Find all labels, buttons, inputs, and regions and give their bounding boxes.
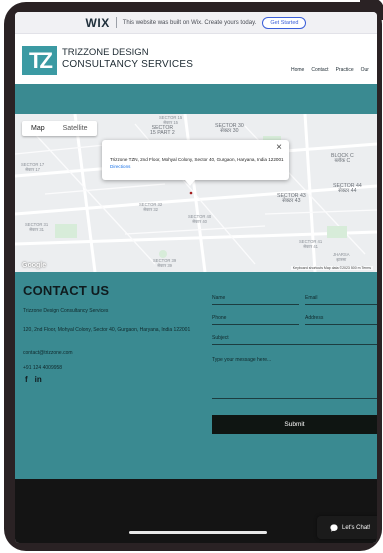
contact-email[interactable]: contact@trizzone.com: [23, 350, 73, 356]
home-indicator: [129, 531, 267, 534]
screen: WIX This website was built on Wix. Creat…: [15, 12, 377, 543]
contact-phone: +91 124 4009958: [23, 365, 63, 371]
main-nav: Home Contact Practice Our: [291, 67, 369, 73]
chat-label: Let's Chat!: [342, 524, 371, 531]
contact-title: CONTACT US: [23, 283, 110, 298]
map-label-sector43: SECTOR 43 सेक्टर 43: [277, 193, 306, 204]
brand-line-2: CONSULTANCY SERVICES: [62, 59, 194, 70]
map-label-sector40: SECTOR 40 सेक्टर 40: [188, 214, 212, 224]
wix-banner: WIX This website was built on Wix. Creat…: [15, 12, 377, 34]
directions-link[interactable]: Directions: [110, 164, 130, 169]
map-label-sector41: SECTOR 41 सेक्टर 41: [299, 239, 323, 249]
nav-item-contact[interactable]: Contact: [311, 67, 328, 73]
linkedin-icon[interactable]: in: [35, 375, 42, 384]
google-logo: Google: [22, 262, 47, 269]
banner-divider: [115, 17, 117, 28]
info-window-tail: [185, 180, 195, 186]
map-label-sector17: SECTOR 17 सेक्टर 17: [21, 162, 45, 172]
message-field[interactable]: Type your message here...: [212, 357, 377, 399]
map-type-toggle: Map Satellite: [22, 121, 97, 136]
map-label-sector15-1: SECTOR 15 सेक्टर 15: [159, 115, 183, 125]
map-label-sector39: SECTOR 39 सेक्टर 39: [153, 258, 177, 268]
map-label-sector31: SECTOR 31 सेक्टर 31: [25, 222, 49, 232]
wix-logo: WIX: [85, 15, 110, 30]
subject-field[interactable]: Subject: [212, 335, 377, 345]
map-label-sector15-part2: SECTOR 15 PART 2: [150, 125, 175, 136]
google-map[interactable]: SECTOR 15 सेक्टर 15 SECTOR 15 PART 2 SECTO…: [15, 114, 377, 272]
chat-bubble-icon: [330, 523, 338, 532]
social-links: f in: [25, 375, 42, 384]
map-label-sector30: SECTOR 30 सेक्टर 30: [215, 123, 244, 134]
lets-chat-button[interactable]: Let's Chat!: [317, 516, 377, 539]
wix-banner-message: This website was built on Wix. Create yo…: [122, 19, 257, 26]
contact-section: CONTACT US Trizzone Design Consultancy S…: [15, 272, 377, 479]
brand-name[interactable]: TRIZZONE DESIGN CONSULTANCY SERVICES: [62, 47, 193, 72]
map-info-window: × Trizzone TZN, 2nd Floor, Mohyal Colony…: [102, 140, 289, 180]
name-field[interactable]: Name: [212, 295, 299, 305]
site-header: TZ TRIZZONE DESIGN CONSULTANCY SERVICES …: [15, 34, 377, 84]
info-address: Trizzone TZN, 2nd Floor, Mohyal Colony, …: [110, 157, 284, 162]
satellite-tab[interactable]: Satellite: [54, 121, 97, 136]
nav-item-home[interactable]: Home: [291, 67, 304, 73]
email-field[interactable]: Email: [305, 295, 377, 305]
address-field[interactable]: Address: [305, 315, 377, 325]
get-started-button[interactable]: Get Started: [262, 16, 307, 29]
company-name: Trizzone Design Consultancy Services: [23, 308, 109, 314]
tablet-frame: WIX This website was built on Wix. Creat…: [4, 0, 383, 551]
phone-field[interactable]: Phone: [212, 315, 299, 325]
close-icon[interactable]: ×: [276, 142, 282, 153]
map-label-sector32: SECTOR 32 सेक्टर 32: [139, 202, 163, 212]
map-tab[interactable]: Map: [22, 121, 54, 136]
nav-item-practice[interactable]: Practice: [336, 67, 354, 73]
company-address: 120, 2nd Floor, Mohyal Colony, Sector 40…: [23, 327, 191, 333]
map-label-block-c: BLOCK C ब्लॉक C: [331, 153, 354, 164]
teal-strip: [15, 84, 377, 114]
submit-button[interactable]: Submit: [212, 415, 377, 434]
map-label-jharsa: JHARSA झारसा: [333, 252, 350, 262]
brand-line-1: TRIZZONE DESIGN: [62, 47, 149, 58]
facebook-icon[interactable]: f: [25, 375, 28, 384]
map-attribution[interactable]: Keyboard shortcuts Map data ©2023 500 m …: [290, 266, 373, 270]
map-label-sector44: SECTOR 44 सेक्टर 44: [333, 183, 362, 194]
tz-logo[interactable]: TZ: [22, 46, 57, 75]
map-roads: [15, 114, 377, 272]
nav-item-our[interactable]: Our: [361, 67, 369, 73]
